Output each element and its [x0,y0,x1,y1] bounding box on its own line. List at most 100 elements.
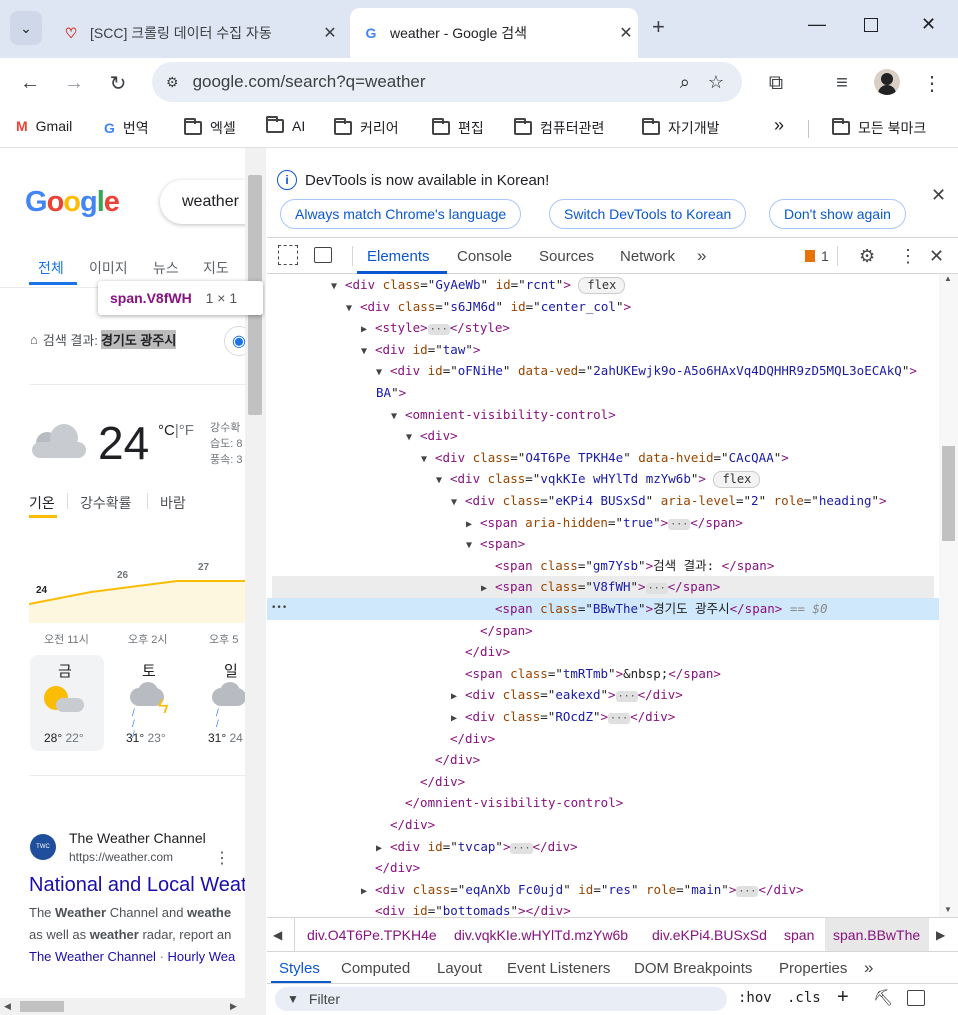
tab-network[interactable]: Network [620,238,675,274]
more-bookmarks-button[interactable]: » [774,115,784,136]
site-info-icon[interactable]: ⚙ [166,74,179,91]
paint-brush-icon[interactable]: ⛏ [873,988,893,1008]
device-toggle-icon[interactable] [314,247,332,263]
dom-node-line[interactable]: ▶ <div class="ROcdZ"> ··· </div> [267,706,939,728]
browser-tab-weather[interactable]: G weather - Google 검색 ✕ [350,8,638,58]
dont-show-button[interactable]: Don't show again [769,199,906,229]
dom-node-line[interactable]: </div> [267,814,939,836]
new-tab-button[interactable]: + [652,14,665,40]
day-name[interactable]: 일 [224,660,238,681]
styles-filter-input[interactable]: ▼ Filter [275,987,727,1011]
dom-node-line[interactable]: ▼ <div class="GyAeWb" id="rcnt"> flex [267,274,939,296]
all-bookmarks[interactable]: 모든 북마크 [832,118,926,138]
match-language-button[interactable]: Always match Chrome's language [280,199,522,229]
dom-node-line[interactable]: </span> [267,620,939,642]
sitelink[interactable]: Hourly Wea [168,949,236,964]
browser-menu-button[interactable]: ⋮ [918,69,946,97]
breadcrumb-item[interactable]: div.eKPi4.BUSxSd [652,918,767,952]
browser-tab-scc[interactable]: ♡ [SCC] 크롤링 데이터 수집 자동 ✕ [50,8,342,58]
dom-node-line[interactable]: </div> [267,728,939,750]
dom-node-line[interactable]: ▶ <span aria-hidden="true"> ··· </span> [267,512,939,534]
tab-styles[interactable]: Styles [279,952,320,984]
dom-node-line[interactable]: ▼ <div class="eKPi4 BUSxSd" aria-level="2… [267,490,939,512]
more-style-tabs-icon[interactable]: » [864,952,873,984]
back-button[interactable]: ← [16,69,44,97]
google-logo[interactable]: Google [25,186,120,219]
maximize-button[interactable] [864,18,878,32]
dom-node-line[interactable]: <div id="bottomads"></div> [267,900,939,917]
breadcrumb-left-arrow-icon[interactable]: ◀ [273,918,282,952]
reload-button[interactable]: ↻ [104,69,132,97]
weather-tab-temp[interactable]: 기온 [29,493,55,513]
dom-node-line[interactable]: </div> [267,749,939,771]
dom-node-line[interactable]: ▶ <style> ··· </style> [267,317,939,339]
sitelink[interactable]: The Weather Channel [29,949,156,964]
close-window-button[interactable]: ✕ [921,14,936,35]
dom-node-line[interactable]: ▶ <span class="V8fWH"> ··· </span> [272,576,934,598]
forward-button[interactable]: → [60,69,88,97]
dom-node-line[interactable]: ▼ <span> [267,533,939,555]
add-style-rule-icon[interactable]: + [837,986,849,1009]
tab-maps[interactable]: 지도 [203,258,229,278]
tab-sources[interactable]: Sources [539,238,594,274]
inspect-element-icon[interactable] [278,245,298,265]
dom-node-line[interactable]: ▶ <div id="tvcap"> ··· </div> [267,836,939,858]
tab-computed[interactable]: Computed [341,952,410,984]
bookmark-folder[interactable]: 편집 [432,118,484,138]
fahrenheit-label[interactable]: °F [179,422,194,439]
close-tab-icon[interactable]: ✕ [318,23,342,43]
result-title-link[interactable]: National and Local Weat [29,874,247,897]
dom-node-line[interactable]: <span class="tmRTmb">&nbsp;</span> [267,663,939,685]
tab-event-listeners[interactable]: Event Listeners [507,952,610,984]
dom-node-line[interactable]: ▶ <div class="eqAnXb Fc0ujd" id="res" rol… [267,879,939,901]
celsius-label[interactable]: °C [158,422,175,439]
bookmark-folder[interactable]: 커리어 [334,118,399,138]
dom-tree[interactable]: ▼ <div class="GyAeWb" id="rcnt"> flex ▼ <di… [267,274,958,917]
dom-node-line-wrap[interactable]: BA"> [267,382,939,404]
dom-node-line[interactable]: </div> [267,857,939,879]
class-toggle[interactable]: .cls [787,990,821,1006]
more-tabs-icon[interactable]: » [697,238,706,274]
breadcrumb-item-selected[interactable]: span.BBwThe [825,918,929,952]
toggle-sidebar-icon[interactable] [907,990,925,1006]
tab-elements[interactable]: Elements [367,238,430,274]
dom-node-line[interactable]: ▼ <div class="vqkKIe wHYlTd mzYw6b"> flex [267,468,939,490]
breadcrumb-item[interactable]: div.O4T6Pe.TPKH4e [307,918,437,952]
weather-tab-wind[interactable]: 바람 [160,493,186,513]
result-menu-icon[interactable]: ⋮ [214,848,230,868]
profile-avatar[interactable] [874,69,900,95]
minimize-button[interactable]: — [808,14,826,35]
unit-toggle[interactable]: °C|°F [158,422,194,439]
bookmark-translate[interactable]: G 번역 [104,118,149,138]
tab-dom-breakpoints[interactable]: DOM Breakpoints [634,952,752,984]
settings-gear-icon[interactable]: ⚙ [859,238,875,274]
close-devtools-icon[interactable]: ✕ [929,238,944,274]
dom-tree-scrollbar[interactable]: ▲ ▼ [939,274,958,917]
bookmark-folder[interactable]: 컴퓨터관련 [514,118,604,138]
tab-all[interactable]: 전체 [38,258,64,278]
tab-console[interactable]: Console [457,238,512,274]
dom-node-line[interactable]: ▼ <div id="taw"> [267,339,939,361]
tab-news[interactable]: 뉴스 [153,258,179,278]
devtools-menu-icon[interactable]: ⋮ [899,238,917,274]
dom-node-line[interactable]: </div> [267,771,939,793]
issues-counter[interactable]: 1 [805,238,829,274]
result-url[interactable]: https://weather.com [69,850,173,864]
day-name[interactable]: 토 [142,660,156,681]
bookmark-gmail[interactable]: M Gmail [16,118,72,134]
breadcrumb-item[interactable]: span [784,918,814,952]
horizontal-scrollbar[interactable]: ◀ ▶ [0,998,245,1015]
bookmark-folder[interactable]: 자기개발 [642,118,720,138]
dom-node-line[interactable]: ▼ <div class="O4T6Pe TPKH4e" data-hveid="… [267,447,939,469]
dom-node-line[interactable]: ▼ <div> [267,425,939,447]
close-tab-icon[interactable]: ✕ [614,23,638,43]
tab-layout[interactable]: Layout [437,952,482,984]
result-site-name[interactable]: The Weather Channel [69,830,206,846]
tab-search-button[interactable]: ⌄ [10,11,42,45]
close-banner-icon[interactable]: ✕ [931,185,946,206]
hover-state-toggle[interactable]: :hov [738,990,772,1006]
media-button[interactable]: ≡ [828,69,856,97]
dom-node-line[interactable]: </div> [267,641,939,663]
dom-node-line[interactable]: <span class="gm7Ysb">검색 결과: </span> [267,555,939,577]
breadcrumb-right-arrow-icon[interactable]: ▶ [936,918,945,952]
